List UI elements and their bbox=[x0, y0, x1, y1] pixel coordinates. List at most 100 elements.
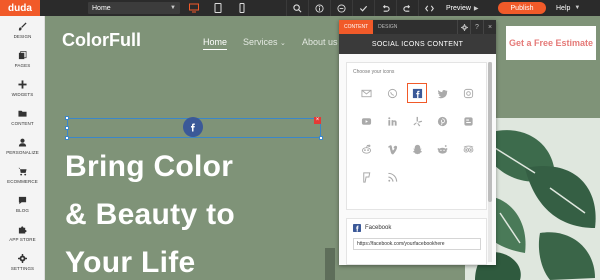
icon-option-reddit-alien[interactable] bbox=[432, 139, 452, 159]
sidebar-item-app-store[interactable]: APP STORE bbox=[0, 225, 45, 253]
resize-handle[interactable] bbox=[65, 116, 69, 120]
sidebar-item-widgets[interactable]: WIDGETS bbox=[0, 80, 45, 108]
reddit-icon bbox=[361, 144, 371, 154]
facebook-social-icon[interactable] bbox=[183, 117, 203, 137]
icon-option-instagram[interactable] bbox=[458, 83, 478, 103]
close-icon: × bbox=[487, 23, 493, 31]
foursquare-icon bbox=[362, 171, 370, 183]
rss-icon bbox=[387, 172, 397, 182]
site-canvas: ColorFull Home Services ⌄ About us Get a… bbox=[45, 16, 600, 280]
zoom-out-button[interactable] bbox=[330, 0, 352, 16]
tablet-icon bbox=[214, 3, 222, 13]
chevron-down-icon: ▼ bbox=[574, 5, 581, 11]
sidebar-item-content[interactable]: CONTENT bbox=[0, 109, 45, 137]
icon-option-facebook[interactable] bbox=[407, 83, 427, 103]
hero-line-2: & Beauty to bbox=[65, 198, 235, 231]
resize-handle[interactable] bbox=[65, 136, 69, 140]
info-icon bbox=[315, 3, 324, 13]
search-icon bbox=[293, 3, 302, 12]
sidebar-item-ecommerce[interactable]: ECOMMERCE bbox=[0, 167, 45, 195]
duda-logo[interactable]: duda bbox=[0, 0, 40, 16]
tab-design[interactable]: DESIGN bbox=[373, 20, 402, 34]
instagram-icon bbox=[463, 88, 473, 98]
page-select[interactable]: Home ▼ bbox=[88, 2, 180, 14]
facebook-icon bbox=[353, 224, 361, 232]
help-button[interactable]: Help ▼ bbox=[556, 0, 580, 16]
search-button[interactable] bbox=[286, 0, 308, 16]
nav-services[interactable]: Services ⌄ bbox=[243, 37, 286, 47]
resize-handle[interactable] bbox=[65, 126, 69, 130]
panel-close-button[interactable]: × bbox=[483, 20, 496, 34]
site-brand[interactable]: ColorFull bbox=[62, 30, 141, 51]
help-label: Help bbox=[556, 4, 571, 12]
snapchat-icon bbox=[412, 144, 422, 154]
vimeo-icon bbox=[387, 144, 397, 154]
icon-option-pinterest[interactable] bbox=[432, 111, 452, 131]
estimate-cta-button[interactable]: Get a Free Estimate bbox=[506, 26, 596, 60]
sidebar-item-blog[interactable]: BLOG bbox=[0, 196, 45, 224]
panel-scroll-thumb[interactable] bbox=[488, 62, 492, 202]
mobile-view-button[interactable] bbox=[232, 0, 252, 16]
tablet-view-button[interactable] bbox=[208, 0, 228, 16]
twitter-icon bbox=[437, 89, 447, 98]
close-icon[interactable]: × bbox=[314, 117, 321, 124]
icon-option-vimeo[interactable] bbox=[382, 139, 402, 159]
sidebar-item-pages[interactable]: PAGES bbox=[0, 51, 45, 79]
tripadvisor-icon bbox=[463, 145, 473, 153]
icon-option-tripadvisor[interactable] bbox=[458, 139, 478, 159]
undo-button[interactable] bbox=[374, 0, 396, 16]
icon-option-foursquare[interactable] bbox=[356, 167, 376, 187]
resize-handle[interactable] bbox=[319, 136, 323, 140]
preview-button[interactable]: Preview ▶ bbox=[446, 0, 479, 16]
chevron-down-icon: ⌄ bbox=[280, 40, 286, 47]
sidebar-item-personalize[interactable]: PERSONALIZE bbox=[0, 138, 45, 166]
icon-option-yelp[interactable] bbox=[407, 111, 427, 131]
icon-option-email[interactable] bbox=[356, 83, 376, 103]
folder-icon bbox=[18, 110, 27, 117]
choose-icons-label: Choose your icons bbox=[353, 69, 395, 75]
panel-scrollbar[interactable] bbox=[488, 62, 492, 262]
chat-icon bbox=[18, 196, 27, 205]
mobile-icon bbox=[239, 3, 245, 13]
nav-services-label: Services bbox=[243, 37, 278, 47]
tab-content[interactable]: CONTENT bbox=[339, 20, 374, 34]
zoom-out-icon bbox=[337, 3, 346, 13]
code-icon bbox=[425, 4, 434, 12]
icon-option-blogger[interactable] bbox=[458, 111, 478, 131]
publish-button[interactable]: Publish bbox=[498, 2, 546, 14]
icon-option-whatsapp[interactable] bbox=[382, 83, 402, 103]
checkmark-button[interactable] bbox=[352, 0, 374, 16]
panel-help-button[interactable]: ? bbox=[470, 20, 483, 34]
plus-icon bbox=[18, 80, 27, 89]
panel-settings-button[interactable] bbox=[457, 20, 470, 34]
facebook-label: Facebook bbox=[365, 225, 392, 231]
hero-line-3: Your Life bbox=[65, 246, 196, 279]
icon-option-reddit[interactable] bbox=[356, 139, 376, 159]
play-icon: ▶ bbox=[473, 5, 479, 12]
info-button[interactable] bbox=[308, 0, 330, 16]
preview-label: Preview bbox=[446, 4, 471, 12]
sidebar-item-settings[interactable]: SETTINGS bbox=[0, 254, 45, 280]
facebook-url-input[interactable] bbox=[353, 238, 481, 250]
code-button[interactable] bbox=[418, 0, 440, 16]
redo-icon bbox=[403, 4, 411, 12]
youtube-icon bbox=[361, 117, 371, 125]
top-toolbar: duda Home ▼ Preview ▶ Publish Help ▼ bbox=[0, 0, 600, 16]
nav-home[interactable]: Home bbox=[203, 37, 228, 50]
undo-icon bbox=[382, 4, 390, 12]
panel-tabs: CONTENT DESIGN ? × bbox=[339, 20, 496, 34]
pages-icon bbox=[18, 51, 27, 60]
page-select-value: Home bbox=[92, 4, 111, 12]
whatsapp-icon bbox=[387, 88, 397, 98]
icon-option-linkedin[interactable] bbox=[382, 111, 402, 131]
icon-option-snapchat[interactable] bbox=[407, 139, 427, 159]
nav-about[interactable]: About us bbox=[302, 37, 338, 47]
icon-option-twitter[interactable] bbox=[432, 83, 452, 103]
sidebar-item-design[interactable]: DESIGN bbox=[0, 22, 45, 50]
redo-button[interactable] bbox=[396, 0, 418, 16]
icon-option-youtube[interactable] bbox=[356, 111, 376, 131]
gear-icon bbox=[460, 23, 468, 31]
yelp-icon bbox=[412, 116, 422, 126]
icon-option-rss[interactable] bbox=[382, 167, 402, 187]
desktop-view-button[interactable] bbox=[184, 0, 204, 16]
